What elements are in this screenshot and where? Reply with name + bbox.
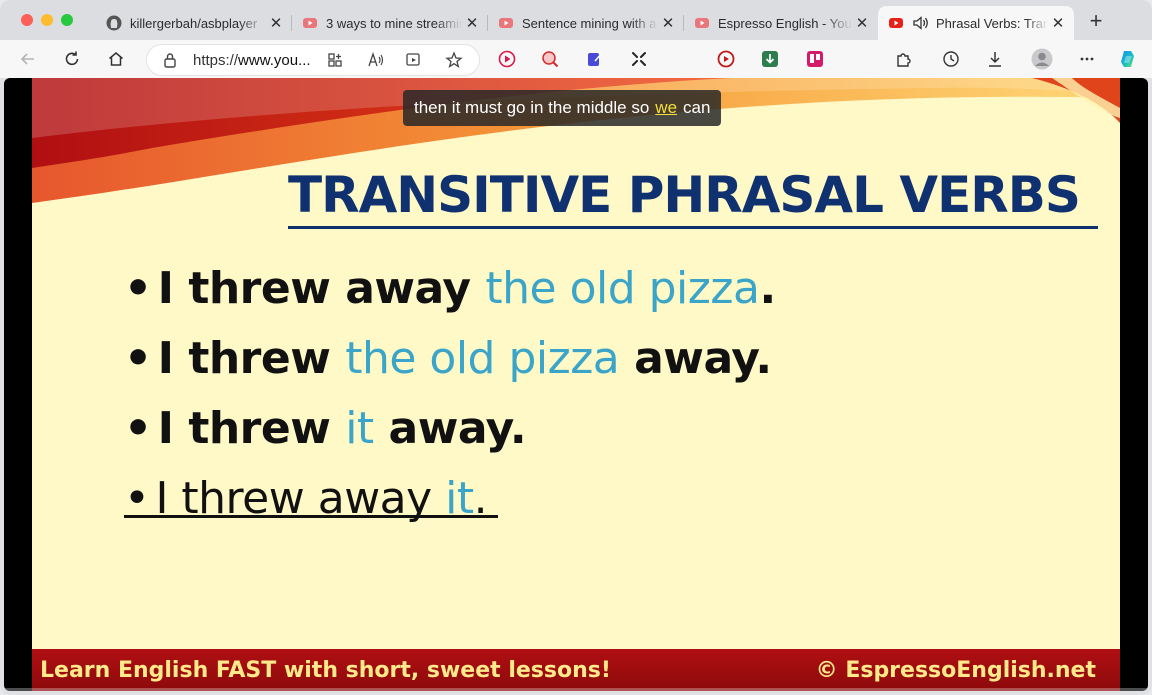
tab-title: killergerbah/asbplayer xyxy=(130,15,258,31)
particle-text: away. xyxy=(373,403,527,454)
media-play-extension-icon[interactable] xyxy=(498,50,516,68)
youtube-icon xyxy=(303,18,317,28)
close-icon[interactable]: ✕ xyxy=(462,14,482,32)
speaker-icon[interactable] xyxy=(912,15,930,31)
url-text[interactable]: https://www.you... xyxy=(193,52,311,69)
tab-phrasal-verbs[interactable]: Phrasal Verbs: Transitive ✕ xyxy=(878,6,1074,40)
video-player[interactable]: TRANSITIVE PHRASAL VERBS • I threw away t… xyxy=(4,78,1148,691)
lock-icon[interactable] xyxy=(163,52,177,68)
back-button[interactable] xyxy=(18,49,38,69)
more-menu-icon[interactable] xyxy=(1078,50,1096,68)
home-icon xyxy=(109,52,123,66)
verb-text: threw xyxy=(188,333,346,384)
tab-asbplayer[interactable]: killergerbah/asbplayer ✕ xyxy=(96,6,292,40)
tab-title: Espresso English - YouTube xyxy=(718,15,852,31)
bullet-icon: • xyxy=(124,263,152,314)
new-tab-button[interactable]: + xyxy=(1084,10,1108,34)
particle-text: away. xyxy=(619,333,772,384)
subtitle-caption[interactable]: then it must go in the middle so we can xyxy=(403,90,722,126)
tab-title: 3 ways to mine streaming xyxy=(326,15,462,31)
object-text: the old pizza xyxy=(345,333,620,384)
slide-title: TRANSITIVE PHRASAL VERBS xyxy=(288,166,1081,224)
tab-title: Sentence mining with asb xyxy=(522,15,658,31)
youtube-icon xyxy=(695,18,709,28)
note-extension-icon[interactable] xyxy=(586,50,604,68)
download-extension-icon[interactable] xyxy=(761,50,779,68)
search-extension-icon[interactable] xyxy=(541,50,559,68)
subject-text: I xyxy=(157,263,189,314)
subject-text: I xyxy=(157,403,189,454)
bullet-icon: • xyxy=(124,333,152,384)
immersive-reader-icon[interactable] xyxy=(405,52,423,68)
reload-icon xyxy=(65,51,79,66)
caption-highlighted-word[interactable]: we xyxy=(655,98,677,117)
caption-text-before: then it must go in the middle so xyxy=(414,98,650,117)
video-frame-slide: TRANSITIVE PHRASAL VERBS • I threw away t… xyxy=(32,78,1120,691)
close-icon[interactable]: ✕ xyxy=(658,14,678,32)
title-underline xyxy=(288,226,1098,229)
verb-text: threw xyxy=(188,403,346,454)
tab-3-ways[interactable]: 3 ways to mine streaming ✕ xyxy=(292,6,488,40)
home-button[interactable] xyxy=(106,49,126,69)
window-maximize-button[interactable] xyxy=(61,14,73,26)
reload-button[interactable] xyxy=(62,49,82,69)
object-text: it xyxy=(345,403,374,454)
bullet-icon: • xyxy=(124,403,152,454)
close-icon[interactable]: ✕ xyxy=(266,14,286,32)
read-aloud-icon[interactable] xyxy=(367,52,385,68)
browser-window: killergerbah/asbplayer ✕ 3 ways to mine … xyxy=(0,0,1152,695)
tab-sentence-mining[interactable]: Sentence mining with asb ✕ xyxy=(488,6,684,40)
object-text: the old pizza xyxy=(485,263,760,314)
list-item: • I threw the old pizza away. xyxy=(124,333,776,403)
kanban-extension-icon[interactable] xyxy=(806,50,824,68)
verb-text: threw away xyxy=(188,263,486,314)
video-progress-bar[interactable] xyxy=(4,688,1148,691)
list-item: • I threw away the old pizza. xyxy=(124,263,776,333)
strikethrough-line xyxy=(124,515,498,518)
tab-espresso-english[interactable]: Espresso English - YouTube ✕ xyxy=(684,6,878,40)
back-arrow-icon xyxy=(20,53,34,65)
address-bar[interactable]: https://www.you... xyxy=(146,44,480,76)
caption-text-after: can xyxy=(683,98,711,117)
ending-text: . xyxy=(759,263,776,314)
extensions-puzzle-icon[interactable] xyxy=(895,50,913,68)
window-close-button[interactable] xyxy=(21,14,33,26)
example-sentences: • I threw away the old pizza. • I threw th… xyxy=(124,263,776,543)
list-item: • I threw it away. xyxy=(124,403,776,473)
shortcut-extension-icon[interactable] xyxy=(630,50,648,68)
tab-strip: killergerbah/asbplayer ✕ 3 ways to mine … xyxy=(0,0,1152,42)
youtube-icon xyxy=(499,18,513,28)
footer-slogan: Learn English FAST with short, sweet les… xyxy=(40,658,611,683)
list-item-incorrect: • I threw away it. xyxy=(124,473,776,543)
slide-footer-banner: Learn English FAST with short, sweet les… xyxy=(32,649,1120,691)
url-host: www.you... xyxy=(238,52,311,69)
close-icon[interactable]: ✕ xyxy=(852,14,872,32)
footer-copyright: © EspressoEnglish.net xyxy=(815,658,1096,683)
avatar[interactable] xyxy=(1031,48,1053,70)
toolbar: https://www.you... 4 1 xyxy=(0,40,1152,112)
record-extension-icon[interactable] xyxy=(717,50,735,68)
history-icon[interactable] xyxy=(942,50,960,68)
url-scheme: https:// xyxy=(193,52,239,69)
favorite-star-icon[interactable] xyxy=(445,51,463,69)
youtube-icon xyxy=(889,18,903,28)
subject-text: I xyxy=(157,333,189,384)
close-icon[interactable]: ✕ xyxy=(1048,14,1068,32)
tab-title: Phrasal Verbs: Transitive xyxy=(936,15,1048,31)
apps-grid-icon[interactable] xyxy=(327,52,343,68)
downloads-icon[interactable] xyxy=(986,50,1004,68)
github-icon xyxy=(106,15,122,31)
copilot-icon[interactable] xyxy=(1118,48,1140,70)
window-minimize-button[interactable] xyxy=(41,14,53,26)
